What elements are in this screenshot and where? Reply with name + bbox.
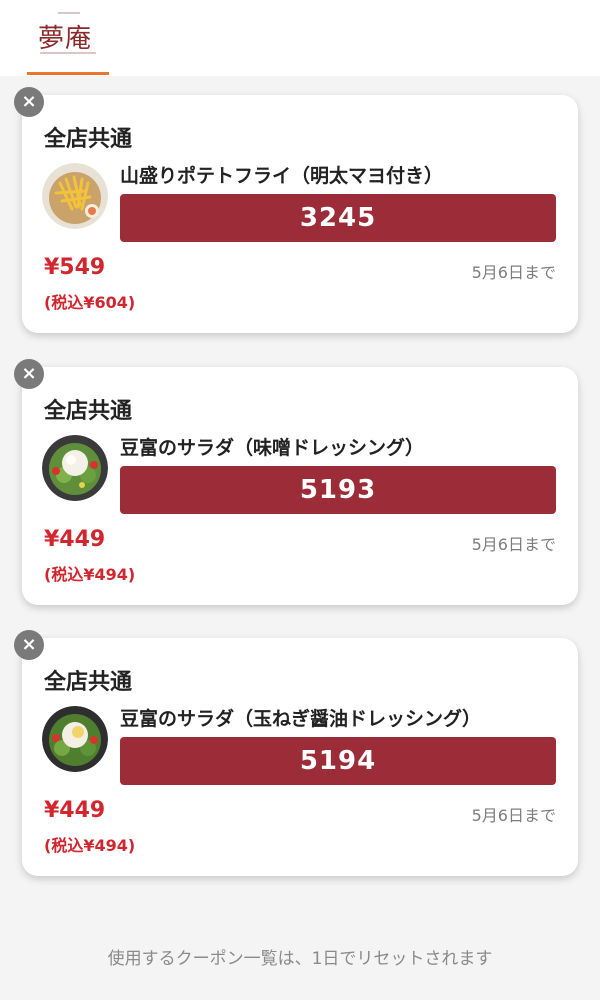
app-header: 夢庵 (0, 0, 600, 76)
reset-notice: 使用するクーポン一覧は、1日でリセットされます (107, 949, 493, 969)
coupon-card: × 全店共通 豆富のサラダ（味噌ドレッシング） 5193 ¥449 (税込¥49… (14, 359, 578, 605)
coupon-code[interactable]: 3245 (120, 194, 556, 242)
close-icon[interactable]: × (14, 87, 44, 117)
coupon-tax-price: (税込¥604) (44, 293, 136, 312)
coupon-item-name: 豆富のサラダ（玉ねぎ醤油ドレッシング） (120, 708, 482, 730)
coupon-price: ¥449 (44, 798, 106, 823)
coupon-price: ¥449 (44, 527, 106, 552)
coupon-tax-price: (税込¥494) (44, 565, 136, 584)
fries-icon (42, 163, 108, 229)
salad-icon (42, 435, 108, 501)
coupon-card: × 全店共通 豆富のサラダ（玉ねぎ醤油ドレッシング） 5194 ¥449 (税込… (14, 630, 578, 876)
close-icon[interactable]: × (14, 359, 44, 389)
coupon-card: × 全店共通 山盛りポテトフライ（明太マヨ付き） 3245 ¥549 (税込¥6… (14, 87, 578, 333)
coupon-item-name: 豆富のサラダ（味噌ドレッシング） (120, 437, 425, 459)
brand-logo[interactable]: 夢庵 (38, 18, 92, 55)
coupon-tax-price: (税込¥494) (44, 836, 136, 855)
coupon-expiry: 5月6日まで (471, 263, 556, 282)
coupon-scope: 全店共通 (44, 127, 133, 152)
salad-icon (42, 706, 108, 772)
coupon-code[interactable]: 5193 (120, 466, 556, 514)
coupon-price: ¥549 (44, 255, 106, 280)
coupon-code[interactable]: 5194 (120, 737, 556, 785)
close-icon[interactable]: × (14, 630, 44, 660)
coupon-scope: 全店共通 (44, 399, 133, 424)
coupon-expiry: 5月6日まで (471, 806, 556, 825)
coupon-item-name: 山盛りポテトフライ（明太マヨ付き） (120, 165, 444, 187)
logo-decoration (58, 12, 80, 14)
coupon-scope: 全店共通 (44, 670, 133, 695)
logo-decoration (40, 52, 96, 54)
coupon-expiry: 5月6日まで (471, 535, 556, 554)
active-tab-indicator (27, 72, 109, 75)
